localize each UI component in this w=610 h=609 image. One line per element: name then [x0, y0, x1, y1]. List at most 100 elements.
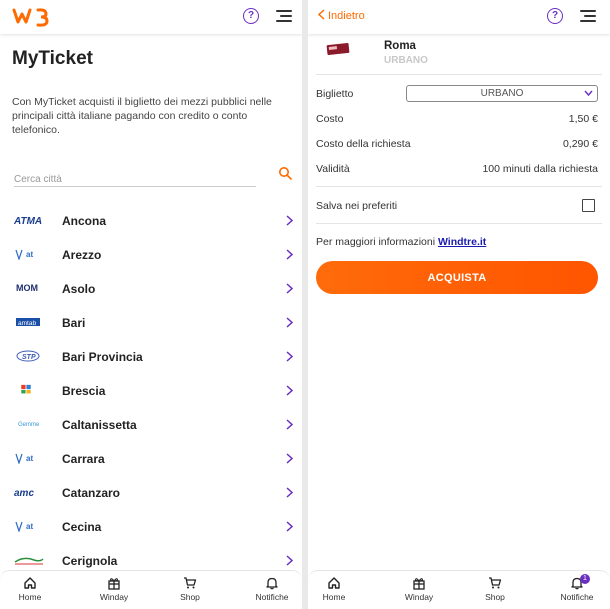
city-row-carrara[interactable]: at Carrara — [0, 442, 302, 476]
city-name: Catanzaro — [62, 486, 121, 500]
mom-logo-icon: MOM — [16, 283, 38, 293]
w3-logo[interactable] — [12, 6, 60, 28]
chevron-down-icon — [584, 90, 593, 97]
svg-text:amc: amc — [14, 488, 34, 498]
city-row-bari[interactable]: amtab Bari — [0, 306, 302, 340]
windtre-link[interactable]: Windtre.it — [438, 236, 486, 248]
svg-text:ATMA: ATMA — [14, 216, 42, 226]
search-city-input[interactable] — [14, 172, 256, 187]
nav-shop[interactable]: Shop — [160, 576, 220, 602]
city-row-brescia[interactable]: Brescia — [0, 374, 302, 408]
city-row-bari-provincia[interactable]: STP Bari Provincia — [0, 340, 302, 374]
city-name: Brescia — [62, 384, 106, 398]
nav-home[interactable]: Home — [0, 576, 60, 602]
ticket-detail-screen: Indietro ? Roma URBANO Biglietto URBANO … — [308, 0, 610, 609]
page-description: Con MyTicket acquisti il biglietto dei m… — [12, 96, 272, 136]
costo-richiesta-label: Costo della richiesta — [316, 138, 411, 150]
ticket-type: URBANO — [384, 55, 428, 66]
divider — [316, 223, 602, 224]
bottom-nav: Home Winday Shop Notifiche — [0, 570, 302, 609]
atma-logo-icon: ATMA — [14, 216, 42, 226]
help-icon[interactable]: ? — [243, 8, 259, 24]
cerignola-logo-icon — [14, 557, 44, 565]
chevron-left-icon — [317, 9, 325, 20]
city-row-asolo[interactable]: MOM Asolo — [0, 272, 302, 306]
city-row-catanzaro[interactable]: amc Catanzaro — [0, 476, 302, 510]
amtab-logo-icon: amtab — [16, 318, 40, 327]
nav-notifiche[interactable]: Notifiche — [242, 576, 302, 602]
city-name: Carrara — [62, 452, 105, 466]
roma-ticket-icon — [326, 42, 350, 56]
nav-winday[interactable]: Winday — [389, 576, 449, 602]
chevron-right-icon — [286, 453, 293, 464]
city-name: Cerignola — [62, 554, 118, 568]
at-logo-icon: at — [15, 453, 33, 464]
bottom-nav: Home Winday Shop 1 Notifiche — [308, 570, 610, 609]
preferiti-label: Salva nei preferiti — [316, 200, 398, 212]
help-icon[interactable]: ? — [547, 8, 563, 24]
nav-label: Notifiche — [255, 592, 289, 602]
svg-text:STP: STP — [22, 354, 36, 361]
city-name: Arezzo — [62, 248, 102, 262]
costo-richiesta-value: 0,290 € — [562, 138, 598, 150]
back-button[interactable]: Indietro — [317, 9, 365, 22]
cart-icon — [184, 577, 197, 589]
city-name: Ancona — [62, 214, 107, 228]
city-row-caltanissetta[interactable]: Gemme Caltanissetta — [0, 408, 302, 442]
nav-home[interactable]: Home — [308, 576, 364, 602]
gift-icon — [413, 578, 425, 590]
nav-notifiche[interactable]: 1 Notifiche — [547, 574, 607, 602]
notification-badge: 1 — [580, 574, 590, 584]
validita-value: 100 minuti dalla richiesta — [482, 163, 598, 175]
brescia-mobilita-logo-icon — [21, 384, 31, 394]
myticket-screen: ? MyTicket Con MyTicket acquisti il bigl… — [0, 0, 302, 609]
chevron-right-icon — [286, 419, 293, 430]
nav-label: Winday — [404, 592, 434, 602]
city-name: Bari — [62, 316, 86, 330]
at-logo-icon: at — [15, 249, 33, 260]
nav-label: Shop — [485, 592, 505, 602]
svg-text:MOM: MOM — [16, 283, 38, 293]
svg-text:at: at — [26, 522, 33, 531]
info-text: Per maggiori informazioni Windtre.it — [316, 236, 486, 248]
svg-text:at: at — [26, 250, 33, 259]
city-name: Caltanissetta — [62, 418, 137, 432]
divider — [316, 74, 602, 75]
chevron-right-icon — [286, 521, 293, 532]
nav-label: Home — [18, 592, 42, 602]
city-row-cecina[interactable]: at Cecina — [0, 510, 302, 544]
svg-text:Gemme: Gemme — [18, 422, 40, 428]
city-name: Asolo — [62, 282, 96, 296]
preferiti-checkbox[interactable] — [582, 199, 595, 212]
stp-logo-icon: STP — [16, 350, 40, 362]
amc-logo-icon: amc — [14, 488, 34, 498]
city-row-ancona[interactable]: ATMA Ancona — [0, 204, 302, 238]
city-row-arezzo[interactable]: at Arezzo — [0, 238, 302, 272]
nav-label: Notifiche — [560, 592, 594, 602]
biglietto-select[interactable]: URBANO — [406, 85, 598, 102]
chevron-right-icon — [286, 487, 293, 498]
svg-text:amtab: amtab — [18, 320, 36, 327]
ticket-city: Roma — [384, 40, 416, 52]
city-list: ATMA Ancona at Arezzo MOM Asolo amtab Ba… — [0, 204, 302, 578]
acquista-button[interactable]: ACQUISTA — [316, 261, 598, 294]
search-icon[interactable] — [278, 166, 292, 180]
nav-shop[interactable]: Shop — [465, 576, 525, 602]
nav-label: Shop — [180, 592, 200, 602]
menu-icon[interactable] — [276, 10, 292, 22]
info-label: Per maggiori informazioni — [316, 236, 438, 248]
nav-winday[interactable]: Winday — [84, 576, 144, 602]
validita-label: Validità — [316, 163, 350, 175]
bell-icon — [266, 577, 278, 590]
menu-icon[interactable] — [580, 10, 596, 22]
back-label: Indietro — [328, 10, 365, 22]
gemme-logo-icon: Gemme — [18, 422, 40, 428]
city-name: Cecina — [62, 520, 102, 534]
page-title: MyTicket — [12, 48, 93, 69]
chevron-right-icon — [286, 351, 293, 362]
biglietto-label: Biglietto — [316, 88, 354, 100]
chevron-right-icon — [286, 317, 293, 328]
svg-text:at: at — [26, 454, 33, 463]
top-bar: ? — [0, 0, 302, 34]
nav-label: Winday — [99, 592, 129, 602]
